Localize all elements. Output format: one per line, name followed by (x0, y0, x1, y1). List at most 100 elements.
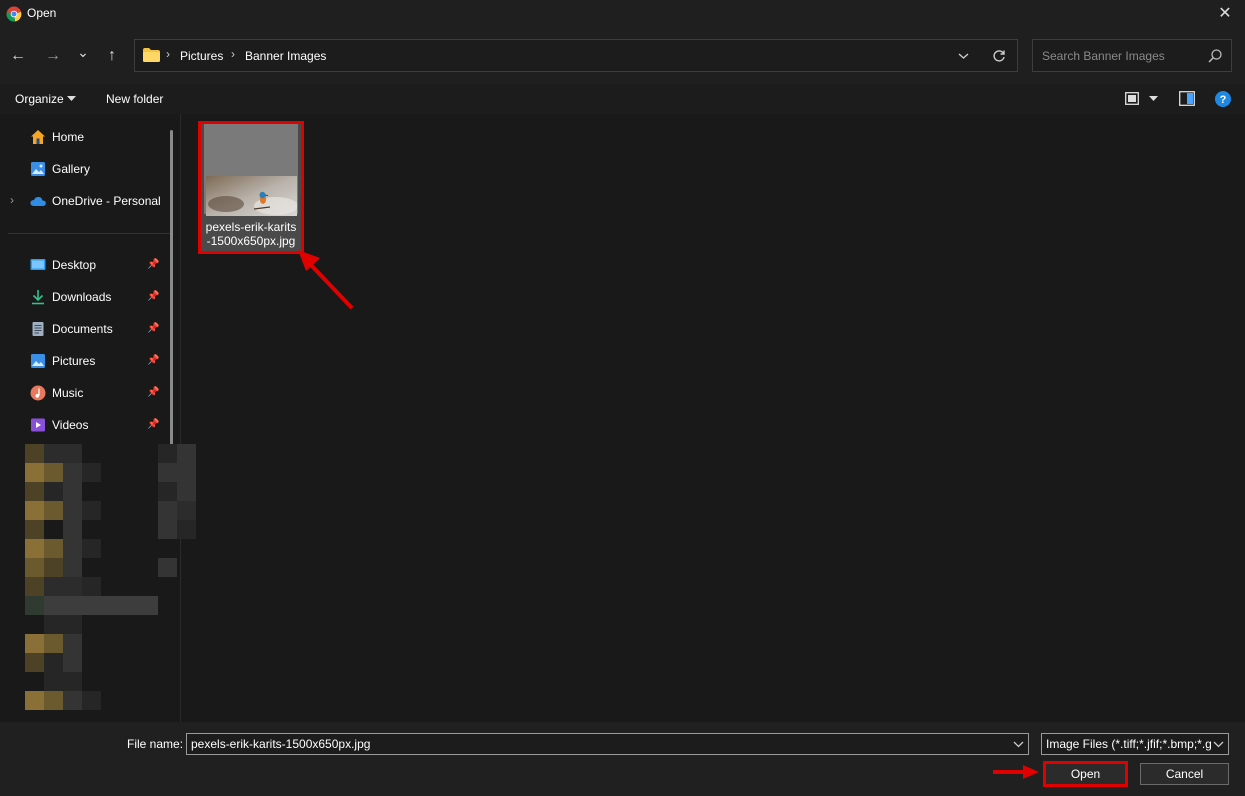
pixelated-block (82, 539, 101, 558)
pixelated-block (120, 596, 139, 615)
pixelated-block (63, 444, 82, 463)
cancel-button[interactable]: Cancel (1140, 763, 1229, 785)
chevron-down-icon[interactable] (1213, 737, 1224, 751)
pixelated-block (63, 482, 82, 501)
sidebar-scrollbar[interactable] (170, 130, 173, 445)
address-bar[interactable]: › Pictures › Banner Images (134, 39, 1018, 72)
sidebar-item-label: Gallery (52, 162, 91, 176)
sidebar-item-gallery[interactable]: Gallery (0, 155, 168, 183)
close-button[interactable]: ✕ (1215, 3, 1235, 23)
pane-divider[interactable] (180, 114, 181, 722)
pixelated-block (25, 653, 44, 672)
pixelated-block (44, 444, 63, 463)
pixelated-block (25, 577, 44, 596)
bird-photo-thumbnail (206, 176, 297, 216)
pixelated-block (82, 596, 101, 615)
breadcrumb-banner-images[interactable]: Banner Images (245, 49, 326, 63)
sidebar-item-music[interactable]: Music 📌 (0, 379, 168, 407)
pixelated-block (63, 539, 82, 558)
chevron-right-icon[interactable]: › (10, 193, 14, 207)
sidebar-item-home[interactable]: Home (0, 123, 168, 151)
pixelated-block (44, 558, 63, 577)
sidebar-item-label: Downloads (52, 290, 112, 304)
pixelated-block (158, 444, 177, 463)
forward-button[interactable]: → (41, 44, 65, 68)
preview-pane-icon[interactable] (1179, 91, 1195, 106)
sidebar-item-downloads[interactable]: Downloads 📌 (0, 283, 168, 311)
pixelated-block (25, 482, 44, 501)
view-options-icon[interactable] (1125, 92, 1139, 105)
refresh-icon[interactable] (992, 49, 1006, 63)
chevron-down-icon[interactable] (1013, 737, 1024, 751)
pixelated-block (44, 596, 63, 615)
videos-icon (31, 418, 45, 432)
pixelated-block (25, 634, 44, 653)
sidebar-item-label: Videos (52, 418, 89, 432)
pixelated-block (44, 501, 63, 520)
music-icon (30, 385, 46, 401)
window-title: Open (27, 6, 57, 20)
pixelated-block (44, 615, 63, 634)
pixelated-block (63, 463, 82, 482)
pixelated-block (25, 596, 44, 615)
annotation-arrow-icon (298, 250, 354, 310)
sidebar-item-label: Desktop (52, 258, 97, 272)
file-name-label: pexels-erik-karits -1500x650px.jpg (201, 220, 301, 248)
help-icon[interactable]: ? (1215, 91, 1231, 107)
search-input[interactable]: Search Banner Images (1032, 39, 1232, 72)
pixelated-block (44, 463, 63, 482)
chevron-down-icon[interactable] (958, 52, 969, 60)
breadcrumb-pictures[interactable]: Pictures (180, 49, 223, 63)
gallery-icon (31, 162, 45, 176)
sidebar-item-documents[interactable]: Documents 📌 (0, 315, 168, 343)
pixelated-block (158, 501, 177, 520)
organize-button[interactable]: Organize (15, 92, 64, 106)
up-button[interactable]: ↑ (100, 44, 124, 68)
command-bar (0, 84, 1245, 114)
pixelated-block (63, 596, 82, 615)
sidebar-item-videos[interactable]: Videos 📌 (0, 411, 168, 439)
pixelated-block (25, 558, 44, 577)
pixelated-block (63, 691, 82, 710)
pixelated-block (158, 463, 177, 482)
sidebar-item-pictures[interactable]: Pictures 📌 (0, 347, 168, 375)
file-name-line: pexels-erik-karits (205, 220, 297, 234)
pin-icon: 📌 (147, 419, 160, 430)
pixelated-block (158, 520, 177, 539)
new-folder-button[interactable]: New folder (106, 92, 163, 106)
blurred-sidebar-items (25, 444, 196, 720)
pictures-icon (31, 354, 45, 368)
back-button[interactable]: ← (6, 44, 30, 68)
file-item[interactable]: pexels-erik-karits -1500x650px.jpg (198, 121, 304, 254)
chevron-down-icon[interactable] (1149, 96, 1158, 102)
file-name-line: -1500x650px.jpg (206, 234, 296, 248)
folder-icon (143, 48, 160, 62)
open-button[interactable]: Open (1043, 761, 1128, 787)
file-name-value: pexels-erik-karits-1500x650px.jpg (191, 737, 371, 751)
recent-locations-button[interactable]: ⌄ (71, 40, 95, 64)
sidebar-item-onedrive[interactable]: › OneDrive - Personal (0, 187, 168, 215)
file-name-input[interactable]: pexels-erik-karits-1500x650px.jpg (186, 733, 1029, 755)
sidebar-item-label: Music (52, 386, 84, 400)
svg-text:?: ? (1220, 94, 1227, 106)
file-type-select[interactable]: Image Files (*.tiff;*.jfif;*.bmp;*.gif (1041, 733, 1229, 755)
chrome-icon (6, 6, 22, 22)
pin-icon: 📌 (147, 323, 160, 334)
pixelated-block (139, 596, 158, 615)
breadcrumb-separator-icon: › (231, 47, 235, 61)
pixelated-block (44, 482, 63, 501)
pixelated-block (63, 653, 82, 672)
pin-icon: 📌 (147, 259, 160, 270)
pixelated-block (63, 634, 82, 653)
pixelated-block (158, 558, 177, 577)
sidebar-item-label: Documents (52, 322, 113, 336)
pixelated-block (44, 634, 63, 653)
chevron-down-icon[interactable] (67, 96, 76, 102)
pixelated-block (44, 577, 63, 596)
pixelated-block (82, 691, 101, 710)
pin-icon: 📌 (147, 291, 160, 302)
search-placeholder: Search Banner Images (1042, 49, 1165, 63)
pixelated-block (25, 463, 44, 482)
sidebar-item-label: Home (52, 130, 85, 144)
sidebar-item-desktop[interactable]: Desktop 📌 (0, 251, 168, 279)
